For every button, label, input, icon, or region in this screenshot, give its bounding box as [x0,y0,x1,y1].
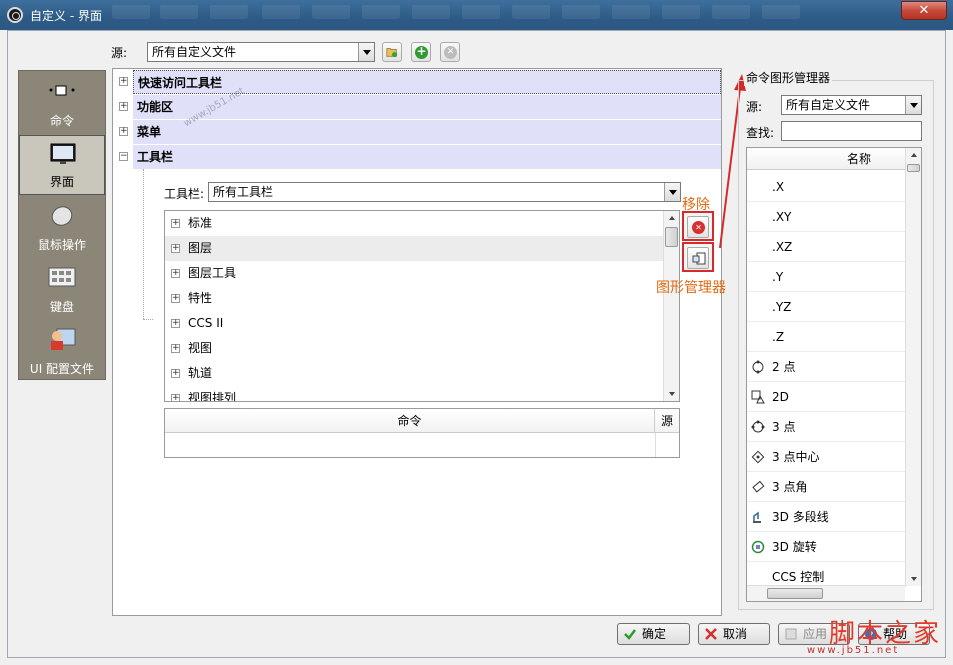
tree-item-toolbar[interactable]: 工具栏 [133,145,721,169]
search-input[interactable] [781,121,922,141]
list-item[interactable]: .XZ [747,232,905,262]
list-item[interactable]: + 轨道 [165,361,665,386]
scroll-thumb[interactable] [665,227,678,247]
scroll-thumb[interactable] [907,164,920,172]
right-source-label: 源: [746,100,763,114]
monitor-icon [50,143,76,164]
toolbar-list: + 标准 + 图层 + 图层工具 + 特性 + CCS II + 视图 + 轨道 + 视图排列 [164,210,680,402]
title-bar: 自定义 - 界面 ✕ [0,0,953,30]
center-3point-icon [751,450,765,464]
circle-3point-icon [751,420,765,433]
expand-icon[interactable]: + [119,102,128,111]
nav-item-ui-profile[interactable]: UI 配置文件 [19,321,105,381]
nav-item-interface[interactable]: 界面 [19,135,105,195]
angle-3point-icon [752,480,765,493]
graphics-manager-annotation: 图形管理器 [656,280,726,296]
list-item[interactable]: 3D 旋转 [747,532,905,562]
nav-item-keyboard[interactable]: 键盘 [19,259,105,319]
folder-add-icon [386,48,398,58]
toolbar-select-value: 所有工具栏 [213,185,274,199]
nav-item-mouse[interactable]: 鼠标操作 [19,197,105,257]
rotate-3d-icon [751,540,765,554]
close-button[interactable]: ✕ [901,1,947,20]
list-item[interactable]: + 视图 [165,336,665,361]
watermark-url: www.jb51.net [807,645,900,656]
list-item[interactable]: + 特性 [165,286,665,311]
mouse-icon [51,206,73,226]
list-item[interactable]: 3 点中心 [747,442,905,472]
ok-button[interactable]: 确定 [617,623,690,645]
app-icon [7,7,23,23]
tree-item-quick-access[interactable]: 快速访问工具栏 [133,70,721,94]
command-icon [49,85,75,96]
list-item[interactable]: + 图层 [165,236,665,261]
scroll-up-icon[interactable] [664,211,679,225]
source-select[interactable]: 所有自定义文件 [147,42,375,62]
apply-icon [785,628,797,640]
window-title: 自定义 - 界面 [30,9,102,23]
command-grid: 命令 源 [164,408,680,458]
column-header-name[interactable]: 名称 [747,148,905,170]
chevron-down-icon [664,183,680,201]
x-circle-icon: ✕ [444,46,457,59]
right-panel-title: 命令图形管理器 [744,69,833,86]
list-item[interactable]: .YZ [747,292,905,322]
ui-profile-icon [51,328,76,350]
collapse-icon[interactable]: − [119,152,128,161]
nav-item-command[interactable]: 命令 [19,73,105,133]
list-item[interactable]: + 视图排列 [165,386,665,401]
list-item[interactable]: 3D 多段线 [747,502,905,532]
column-header-command[interactable]: 命令 [165,409,655,433]
add-button[interactable]: + [411,42,431,62]
list-item[interactable]: .Z [747,322,905,352]
column-header-source[interactable]: 源 [655,409,679,433]
list-item[interactable]: + 图层工具 [165,261,665,286]
vertical-scrollbar[interactable] [663,211,679,401]
toolbar-select[interactable]: 所有工具栏 [208,182,681,202]
plus-circle-icon: + [415,44,428,59]
chevron-down-icon [358,43,374,61]
command-list: 名称 .X .XY .XZ .Y .YZ .Z 2 点 2D 3 点 3 点中心… [746,147,922,602]
left-nav: 命令 界面 鼠标操作 键盘 UI 配置文件 [18,70,106,380]
source-label: 源: [111,46,128,60]
search-label: 查找: [746,126,775,140]
list-item[interactable]: 3 点角 [747,472,905,502]
expand-icon[interactable]: + [119,77,128,86]
cancel-button[interactable]: 取消 [698,623,770,645]
keyboard-icon [48,267,76,287]
list-item[interactable]: 3 点 [747,412,905,442]
list-item[interactable]: 2D [747,382,905,412]
polyline-3d-icon [753,511,761,523]
chevron-down-icon [905,96,921,114]
right-source-select[interactable]: 所有自定义文件 [781,95,922,115]
checkmark-icon [624,629,636,640]
source-select-value: 所有自定义文件 [152,45,237,59]
scroll-up-icon[interactable] [906,148,921,162]
tree-item-menu[interactable]: 菜单 [133,120,721,144]
horizontal-scrollbar[interactable] [747,585,905,601]
remove-source-button[interactable]: ✕ [440,42,460,62]
toolbar-select-label: 工具栏: [164,187,205,201]
vertical-scrollbar[interactable] [905,148,921,586]
x-mark-icon [705,628,717,640]
list-item[interactable]: + CCS II [165,311,665,336]
right-source-select-value: 所有自定义文件 [786,98,871,112]
scroll-down-icon[interactable] [664,387,679,401]
2d-icon [751,390,765,404]
open-file-button[interactable] [382,42,402,62]
list-item[interactable]: .X [747,172,905,202]
watermark: 脚本之家 www.jb51.net [799,613,949,663]
scroll-down-icon[interactable] [906,572,921,586]
list-item[interactable]: + 标准 [165,211,665,236]
circle-2point-icon [752,360,764,374]
list-item[interactable]: .XY [747,202,905,232]
scroll-thumb[interactable] [767,588,823,599]
list-item[interactable]: 2 点 [747,352,905,382]
list-item[interactable]: .Y [747,262,905,292]
expand-icon[interactable]: + [119,127,128,136]
